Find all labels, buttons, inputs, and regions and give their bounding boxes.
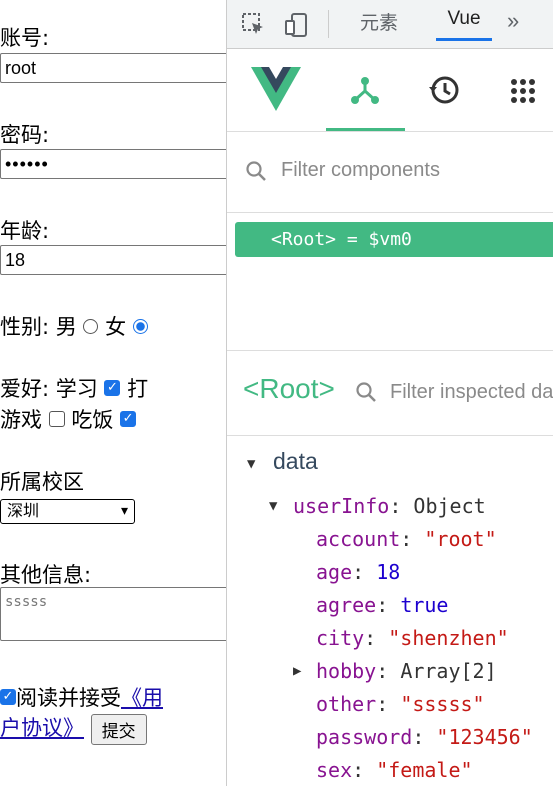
tree-row-hobby[interactable]: hobby: Array[2] xyxy=(316,659,497,683)
tree-row-userinfo[interactable]: userInfo: Object xyxy=(293,494,486,518)
password-input[interactable]: •••••• xyxy=(0,149,226,179)
expand-arrow-icon[interactable]: ▶ xyxy=(293,663,301,679)
age-input[interactable]: 18 xyxy=(0,245,226,275)
gender-male-label: 男 xyxy=(55,315,77,339)
gender-male-radio[interactable] xyxy=(83,318,99,334)
agree-row-2: 户协议》 提交 xyxy=(0,712,147,745)
inspected-filter-input[interactable]: Filter inspected da xyxy=(390,381,553,404)
hobby-eat-label: 吃饭 xyxy=(71,408,114,432)
toolbar-separator xyxy=(328,10,329,38)
devtools-toolbar: 元素 Vue » xyxy=(227,0,553,49)
campus-label: 所属校区 xyxy=(0,470,84,494)
gender-female-radio[interactable] xyxy=(132,318,148,334)
data-section-label[interactable]: data xyxy=(273,448,318,475)
performance-icon[interactable] xyxy=(509,77,537,110)
collapse-arrow-icon[interactable]: ▼ xyxy=(247,456,255,472)
hobby-study-label: 学习 xyxy=(55,377,98,401)
vue-logo-icon xyxy=(251,67,301,116)
campus-selected-value: 深圳 xyxy=(7,501,40,520)
hobby-game-label: 游戏 xyxy=(0,408,42,432)
tree-row-city: city: "shenzhen" xyxy=(316,626,509,650)
devtools-panel: 元素 Vue » Filter components <Root> = $vm0… xyxy=(227,0,553,786)
component-tree-root[interactable]: <Root> = $vm0 xyxy=(235,222,553,257)
component-filter-input[interactable]: Filter components xyxy=(281,159,440,182)
tree-row-other: other: "sssss" xyxy=(316,692,485,716)
account-label: 账号: xyxy=(0,26,50,50)
agree-checkbox[interactable]: ✓ xyxy=(0,689,16,705)
gender-row: 性别: 男 女 xyxy=(0,311,148,341)
hobby-play-label: 打 xyxy=(127,377,149,401)
other-label: 其他信息: xyxy=(0,563,92,587)
tree-row-password: password: "123456" xyxy=(316,725,533,749)
inspector-header: <Root> Filter inspected da xyxy=(227,350,553,436)
tree-row-agree: agree: true xyxy=(316,593,449,617)
tab-elements[interactable]: 元素 xyxy=(360,8,398,35)
tab-vue[interactable]: Vue xyxy=(436,8,492,41)
hobby-eat-checkbox[interactable]: ✓ xyxy=(120,411,137,427)
gender-label: 性别: xyxy=(0,315,50,339)
password-label: 密码: xyxy=(0,123,50,147)
inspected-component-name: <Root> xyxy=(243,373,335,404)
account-input[interactable]: root xyxy=(0,53,226,83)
agree-text: 阅读并接受 xyxy=(16,686,121,710)
hobby-row-1: 爱好: 学习 ✓ 打 xyxy=(0,373,148,403)
submit-button[interactable]: 提交 xyxy=(90,713,147,745)
hobby-study-checkbox[interactable]: ✓ xyxy=(104,380,121,396)
campus-select[interactable]: 深圳 ▾ xyxy=(0,499,135,524)
tree-row-age: age: 18 xyxy=(316,560,401,584)
inspect-element-icon[interactable] xyxy=(241,12,267,43)
history-icon[interactable] xyxy=(427,73,461,112)
other-textarea[interactable]: sssss xyxy=(0,587,226,641)
components-tab[interactable] xyxy=(326,49,405,131)
age-label: 年龄: xyxy=(0,219,50,243)
component-filter-bar: Filter components xyxy=(227,132,553,213)
agreement-link-part2[interactable]: 户协议》 xyxy=(0,716,84,740)
search-icon xyxy=(355,381,377,408)
chevron-down-icon: ▾ xyxy=(120,503,128,519)
hobby-game-checkbox[interactable] xyxy=(48,411,65,427)
more-tabs-icon[interactable]: » xyxy=(507,8,519,34)
hobby-label: 爱好: xyxy=(0,377,50,401)
search-icon xyxy=(245,160,267,187)
agreement-link-part1[interactable]: 《用 xyxy=(121,686,163,710)
gender-female-label: 女 xyxy=(105,315,127,339)
tree-row-account: account: "root" xyxy=(316,527,497,551)
signup-form: 账号: root 密码: •••••• 年龄: 18 性别: 男 女 爱好: 学… xyxy=(0,0,226,786)
collapse-arrow-icon[interactable]: ▼ xyxy=(269,498,277,514)
hobby-row-2: 游戏 吃饭 ✓ xyxy=(0,404,137,434)
agree-row: ✓ 阅读并接受《用 xyxy=(0,682,163,712)
vue-devtools-nav xyxy=(227,49,553,132)
tree-row-sex: sex: "female" xyxy=(316,758,473,782)
device-toggle-icon[interactable] xyxy=(283,12,309,43)
